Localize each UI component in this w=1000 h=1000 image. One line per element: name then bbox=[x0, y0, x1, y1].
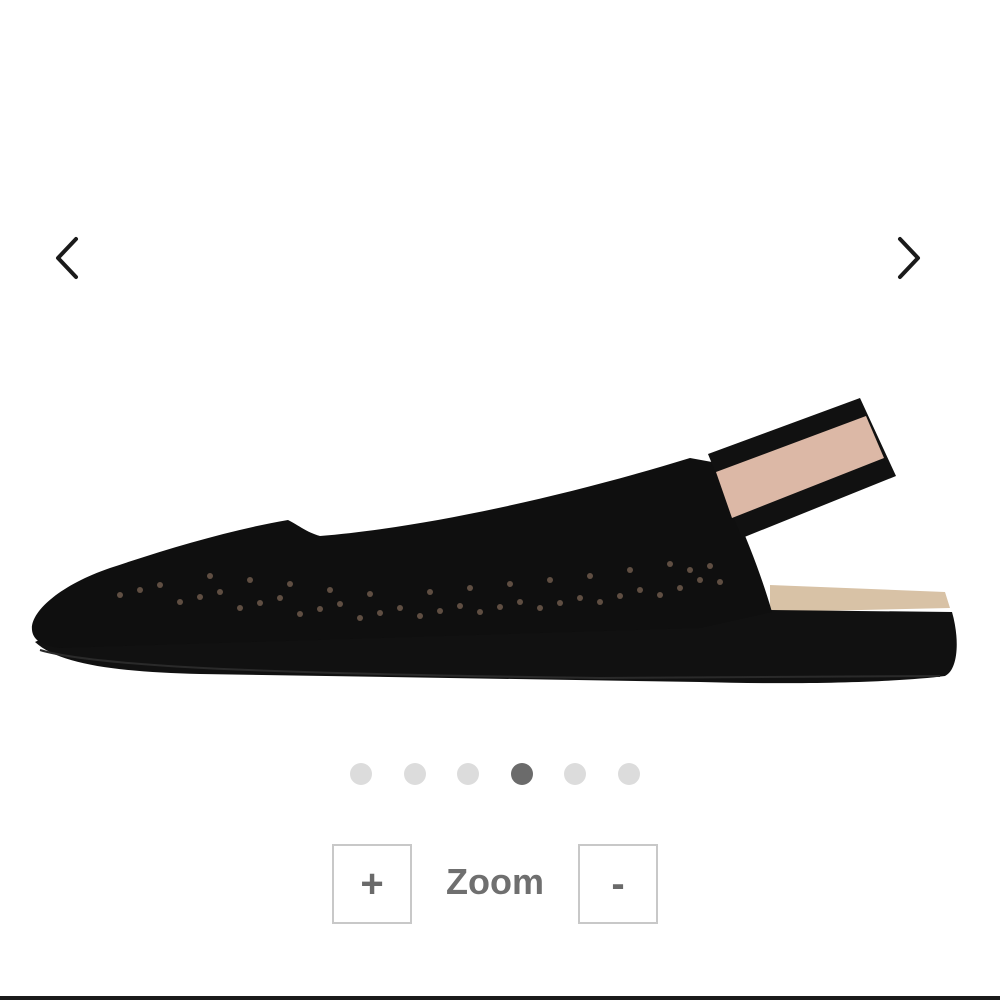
zoom-controls: + Zoom - bbox=[332, 844, 660, 924]
zoom-label: Zoom bbox=[446, 861, 544, 902]
slingback-flat-shoe-illustration bbox=[31, 398, 957, 684]
chevron-left-icon bbox=[56, 237, 78, 279]
slide-dot-5[interactable] bbox=[564, 763, 586, 785]
product-shoe-image[interactable] bbox=[0, 380, 1000, 710]
slide-indicator bbox=[0, 763, 1000, 787]
previous-image-button[interactable] bbox=[38, 228, 98, 288]
zoom-in-button[interactable]: + bbox=[332, 844, 412, 924]
zoom-out-button[interactable]: - bbox=[578, 844, 658, 924]
slide-dot-4-active[interactable] bbox=[511, 763, 533, 785]
slide-dot-3[interactable] bbox=[457, 763, 479, 785]
chevron-right-icon bbox=[898, 237, 920, 279]
slide-dot-2[interactable] bbox=[404, 763, 426, 785]
slide-dot-1[interactable] bbox=[350, 763, 372, 785]
bottom-divider bbox=[0, 996, 1000, 1000]
slide-dot-6[interactable] bbox=[618, 763, 640, 785]
product-image-viewer: + Zoom - bbox=[0, 0, 1000, 1000]
next-image-button[interactable] bbox=[878, 228, 938, 288]
